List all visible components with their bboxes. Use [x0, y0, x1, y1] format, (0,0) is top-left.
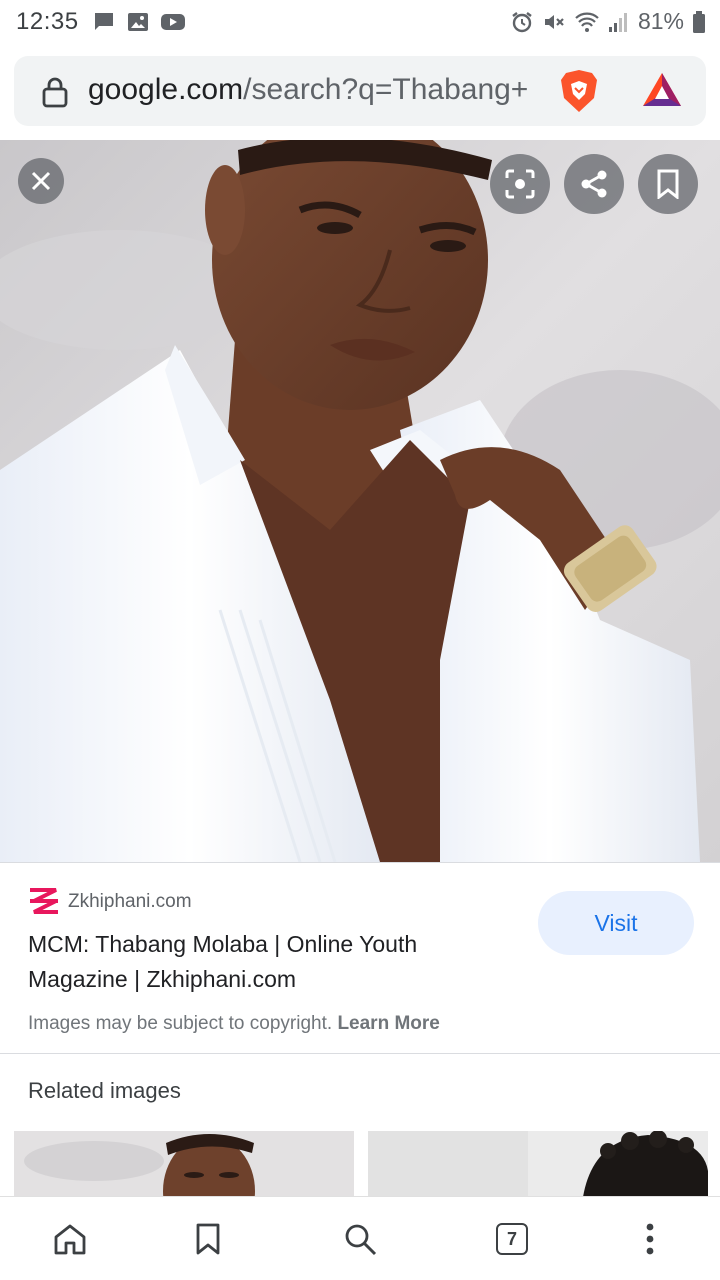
share-button[interactable] — [564, 154, 624, 214]
menu-button[interactable] — [628, 1217, 672, 1261]
tabs-button[interactable]: 7 — [490, 1217, 534, 1261]
related-image-thumbnail[interactable] — [14, 1131, 354, 1197]
home-button[interactable] — [48, 1217, 92, 1261]
copyright-notice: Images may be subject to copyright. Lear… — [28, 1013, 440, 1035]
mute-icon — [542, 10, 566, 34]
related-image-thumbnail[interactable] — [368, 1131, 708, 1197]
message-icon — [92, 10, 116, 34]
status-time: 12:35 — [16, 8, 79, 35]
home-icon — [52, 1221, 88, 1257]
close-icon — [30, 170, 52, 192]
brave-shield-icon[interactable] — [558, 68, 600, 114]
search-button[interactable] — [338, 1217, 382, 1261]
signal-icon — [608, 10, 630, 34]
image-info-panel: Zkhiphani.com MCM: Thabang Molaba | Onli… — [0, 862, 720, 1054]
bookmark-icon — [656, 169, 680, 199]
gallery-icon — [126, 10, 150, 34]
youtube-icon — [160, 10, 186, 34]
related-images-heading: Related images — [28, 1078, 181, 1103]
search-icon — [342, 1221, 378, 1257]
bat-rewards-icon[interactable] — [640, 70, 684, 110]
system-icons: 81% — [510, 8, 706, 35]
url-path: /search?q=Thabang+ — [243, 73, 529, 106]
tabs-icon: 7 — [496, 1223, 528, 1255]
bottom-toolbar: 7 — [0, 1196, 720, 1280]
wifi-icon — [574, 10, 600, 34]
preview-image[interactable] — [0, 140, 720, 862]
bookmarks-button[interactable] — [186, 1217, 230, 1261]
lock-icon[interactable] — [40, 76, 70, 108]
bookmark-icon — [194, 1222, 222, 1256]
lens-icon — [504, 168, 536, 200]
status-bar: 12:35 81% — [0, 0, 720, 44]
site-logo-icon — [28, 887, 60, 915]
notification-icons — [92, 10, 186, 34]
browser-toolbar: google.com/search?q=Thabang+ — [0, 44, 720, 140]
url-text[interactable]: google.com/search?q=Thabang+ — [88, 73, 554, 107]
battery-percent: 81% — [637, 8, 684, 34]
close-button[interactable] — [18, 158, 64, 204]
battery-icon — [692, 10, 706, 34]
url-host: google.com — [88, 73, 244, 106]
learn-more-link[interactable]: Learn More — [337, 1013, 439, 1034]
bookmark-button[interactable] — [638, 154, 698, 214]
visit-button[interactable]: Visit — [538, 891, 694, 955]
copyright-text: Images may be subject to copyright. — [28, 1013, 333, 1034]
address-bar[interactable]: google.com/search?q=Thabang+ — [14, 56, 706, 126]
alarm-icon — [510, 10, 534, 34]
lens-button[interactable] — [490, 154, 550, 214]
share-icon — [579, 169, 609, 199]
result-title[interactable]: MCM: Thabang Molaba | Online Youth Magaz… — [28, 927, 498, 997]
more-icon — [644, 1221, 656, 1257]
image-viewer[interactable] — [0, 140, 720, 862]
site-name[interactable]: Zkhiphani.com — [68, 891, 192, 913]
